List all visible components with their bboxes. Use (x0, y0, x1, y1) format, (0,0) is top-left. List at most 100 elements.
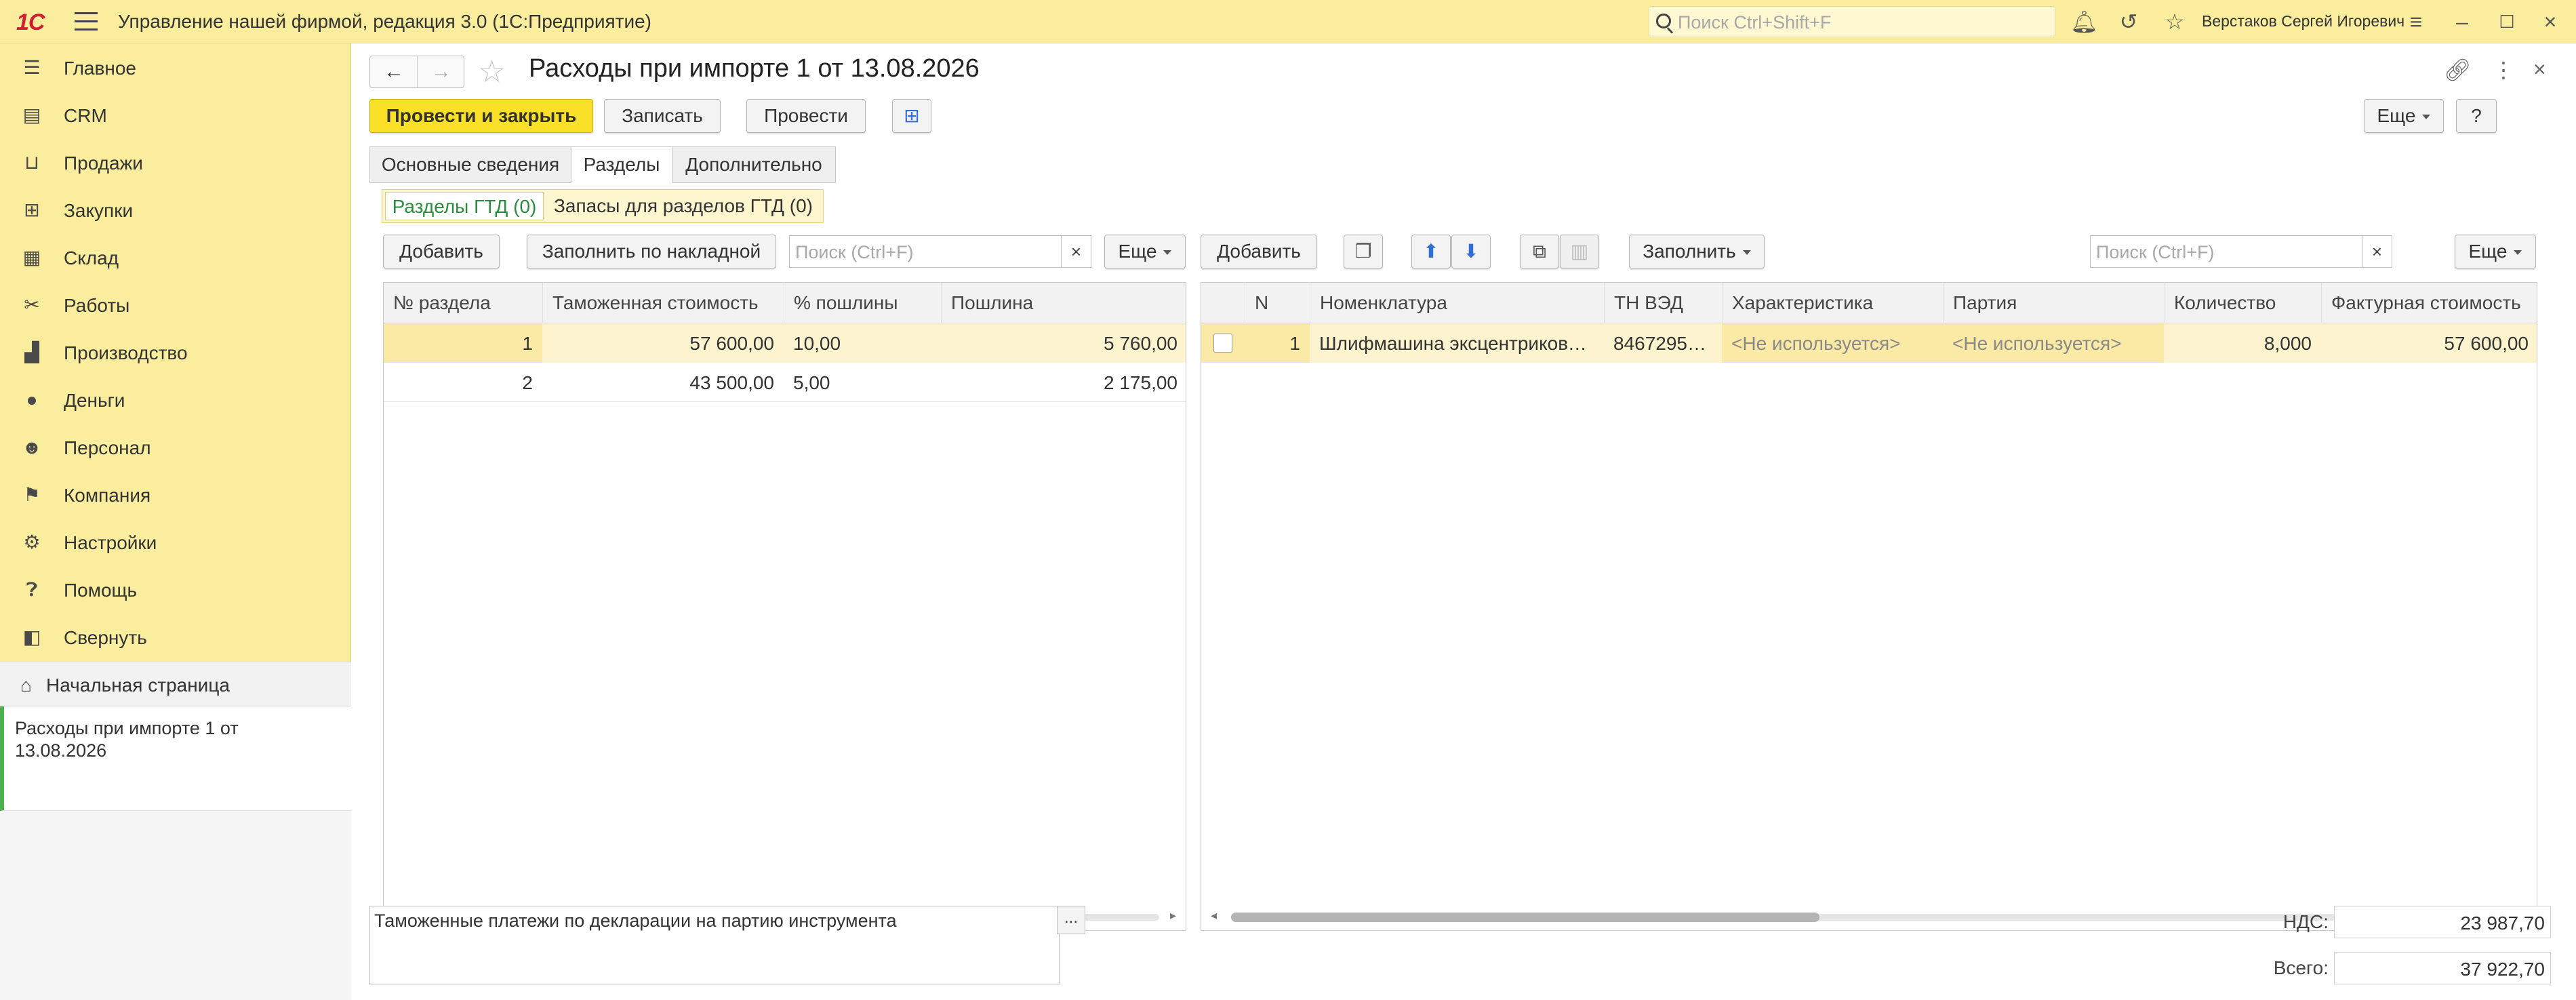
scroll-left-icon[interactable]: ◂ (1211, 908, 1217, 923)
copy-icon[interactable]: ❐ (1344, 235, 1383, 268)
sidebar-item-label: Производство (64, 342, 188, 363)
open-document-label: Расходы при импорте 1 от 13.08.2026 (15, 718, 239, 761)
cart-icon: ⊞ (24, 199, 40, 220)
tab-additional[interactable]: Дополнительно (672, 146, 836, 183)
sub-tabs: Разделы ГТД (0) Запасы для разделов ГТД … (382, 189, 824, 223)
cell-n: 1 (1289, 333, 1300, 354)
table-row[interactable]: 2 43 500,00 5,00 2 175,00 (384, 363, 1186, 402)
fill-by-invoice-button[interactable]: Заполнить по накладной (527, 235, 776, 268)
sidebar-item-help[interactable]: ❓︎ Помощь (0, 567, 351, 613)
sidebar-item-purchases[interactable]: ⊞ Закупки (0, 187, 351, 233)
table-header: № раздела Таможенная стоимость % пошлины… (384, 283, 1186, 323)
left-add-button[interactable]: Добавить (383, 235, 500, 268)
sidebar-item-sales[interactable]: ⊔ Продажи (0, 140, 351, 186)
app-title: Управление нашей фирмой, редакция 3.0 (1… (118, 11, 651, 32)
col-n[interactable]: N (1245, 283, 1310, 323)
main-menu-icon[interactable] (75, 12, 98, 31)
open-document-tab[interactable]: Расходы при импорте 1 от 13.08.2026 (0, 706, 351, 811)
col-duty[interactable]: Пошлина (941, 283, 1186, 323)
subtab-gtd-stocks[interactable]: Запасы для разделов ГТД (0) (548, 192, 819, 220)
settings-lines-icon[interactable]: ≡ (2404, 9, 2428, 34)
cell-duty: 5 760,00 (941, 323, 1186, 363)
tab-sections[interactable]: Разделы (571, 146, 672, 183)
clear-icon[interactable]: × (2362, 236, 2392, 267)
scroll-right-icon[interactable]: ▸ (1170, 908, 1176, 923)
history-icon[interactable]: ↺ (2116, 9, 2141, 34)
sidebar-item-label: CRM (64, 105, 107, 126)
more-label: Еще (2377, 105, 2416, 126)
col-section-no[interactable]: № раздела (384, 283, 542, 323)
user-name[interactable]: Верстаков Сергей Игоревич (2202, 12, 2404, 31)
cell-section-no: 1 (522, 333, 533, 354)
left-search-input[interactable]: Поиск (Ctrl+F) × (789, 235, 1091, 268)
sidebar-item-settings[interactable]: ⚙ Настройки (0, 519, 351, 565)
subtab-gtd-sections[interactable]: Разделы ГТД (0) (385, 192, 544, 220)
structure-icon[interactable]: ⊞ (892, 99, 931, 133)
right-search-input[interactable]: Поиск (Ctrl+F) × (2090, 235, 2392, 268)
save-button[interactable]: Записать (604, 99, 721, 133)
table-row[interactable]: 1 57 600,00 10,00 5 760,00 (384, 323, 1186, 363)
paste-rows-icon[interactable]: ▥ (1560, 235, 1599, 268)
comment-edit-button[interactable]: ... (1057, 906, 1085, 934)
sidebar-item-crm[interactable]: ▤ CRM (0, 92, 351, 138)
sidebar-item-warehouse[interactable]: ▦ Склад (0, 235, 351, 281)
table-row[interactable]: 1 Шлифмашина эксцентриковая… 8467295… <Н… (1201, 323, 2537, 363)
right-add-button[interactable]: Добавить (1201, 235, 1317, 268)
warehouse-icon: ▦ (22, 247, 41, 268)
col-batch[interactable]: Партия (1943, 283, 2164, 323)
move-up-icon[interactable]: ⬆ (1411, 235, 1451, 268)
right-more-button[interactable]: Еще (2455, 235, 2536, 268)
total-label: Всего: (2273, 957, 2329, 978)
more-vertical-icon[interactable]: ⋮ (2493, 57, 2514, 83)
row-checkbox[interactable] (1213, 334, 1232, 353)
sidebar-item-label: Свернуть (64, 627, 147, 648)
gtd-sections-table[interactable]: № раздела Таможенная стоимость % пошлины… (383, 282, 1186, 931)
fill-button[interactable]: Заполнить (1629, 235, 1765, 268)
sidebar-item-main[interactable]: ☰ Главное (0, 45, 351, 91)
help-button[interactable]: ? (2456, 99, 2497, 133)
favorites-star-icon[interactable]: ☆ (2162, 9, 2187, 34)
link-icon[interactable]: 🔗︎ (2444, 57, 2472, 83)
close-form-icon[interactable]: × (2533, 57, 2546, 82)
maximize-icon[interactable]: ☐ (2495, 9, 2519, 34)
more-label: Еще (1118, 241, 1157, 262)
favorite-star-icon[interactable]: ☆ (478, 53, 506, 89)
bell-icon[interactable]: 🔔︎ (2070, 9, 2098, 34)
col-checkbox (1201, 283, 1245, 323)
post-and-close-button[interactable]: Провести и закрыть (369, 99, 593, 133)
close-window-icon[interactable]: × (2538, 9, 2562, 34)
sidebar-item-works[interactable]: ✂ Работы (0, 282, 351, 328)
col-customs-value[interactable]: Таможенная стоимость (542, 283, 784, 323)
col-nomenclature[interactable]: Номенклатура (1310, 283, 1604, 323)
more-button[interactable]: Еще (2364, 99, 2444, 133)
left-more-button[interactable]: Еще (1104, 235, 1186, 268)
sidebar-item-collapse[interactable]: ◧ Свернуть (0, 614, 351, 660)
sidebar-item-money[interactable]: ● Деньги (0, 377, 351, 423)
gtd-stocks-table[interactable]: N Номенклатура ТН ВЭД Характеристика Пар… (1201, 282, 2537, 931)
copy-rows-icon[interactable]: ⧉ (1520, 235, 1559, 268)
home-page-link[interactable]: ⌂ Начальная страница (0, 662, 351, 706)
forward-arrow-icon[interactable]: → (418, 56, 465, 87)
collapse-panel-icon: ◧ (22, 626, 41, 647)
minimize-icon[interactable]: – (2450, 9, 2474, 34)
move-down-icon[interactable]: ⬇ (1451, 235, 1491, 268)
search-icon (1656, 14, 1671, 28)
col-tnved[interactable]: ТН ВЭД (1604, 283, 1722, 323)
tab-main-info[interactable]: Основные сведения (369, 146, 571, 183)
col-characteristic[interactable]: Характеристика (1722, 283, 1943, 323)
scroll-thumb[interactable] (1231, 913, 1819, 922)
sidebar-item-label: Работы (64, 295, 130, 316)
sidebar-item-company[interactable]: ⚑ Компания (0, 472, 351, 518)
sidebar-item-personnel[interactable]: ☻ Персонал (0, 424, 351, 471)
comment-field[interactable]: Таможенные платежи по декларации на парт… (369, 906, 1060, 984)
post-button[interactable]: Провести (746, 99, 866, 133)
col-quantity[interactable]: Количество (2164, 283, 2321, 323)
global-search-input[interactable]: Поиск Ctrl+Shift+F (1649, 6, 2055, 37)
col-duty-percent[interactable]: % пошлины (784, 283, 941, 323)
back-arrow-icon[interactable]: ← (370, 56, 418, 87)
cell-tnved: 8467295… (1604, 323, 1722, 363)
col-invoice-value[interactable]: Фактурная стоимость (2321, 283, 2537, 323)
sidebar: ☰ Главное ▤ CRM ⊔ Продажи ⊞ Закупки ▦ Склад ✂… (0, 43, 351, 1000)
sidebar-item-production[interactable]: ▟ Производство (0, 329, 351, 376)
clear-icon[interactable]: × (1061, 236, 1091, 267)
